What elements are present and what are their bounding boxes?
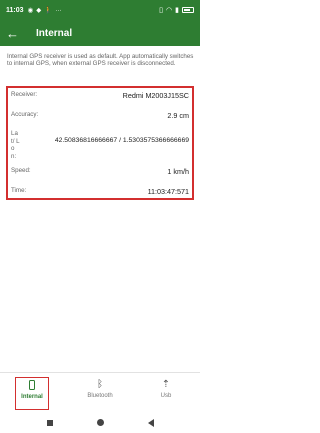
water-drop-icon: ◆ [36, 7, 42, 14]
status-bar: 11:03 ◉ ◆ 🚶 ··· ▯ ◠ ▮ [0, 0, 200, 20]
vibrate-icon: ▯ [159, 7, 164, 14]
back-arrow-icon[interactable]: ← [6, 26, 24, 41]
battery-icon [182, 7, 194, 13]
wifi-icon: ◠ [166, 7, 173, 14]
bottom-navigation: Internal ᛒ Bluetooth ⇡ Usb [0, 372, 200, 412]
more-icon: ··· [55, 6, 62, 14]
time-label: Time: [11, 187, 27, 194]
page-title: Internal [36, 27, 73, 39]
walk-icon: 🚶 [44, 7, 53, 14]
receiver-label: Receiver: [11, 91, 38, 98]
receiver-value: Redmi M2003J15SC [122, 91, 189, 100]
time-value: 11:03:47:571 [147, 187, 189, 196]
nav-internal-label: Internal [21, 394, 43, 400]
gps-details-card: Receiver: Redmi M2003J15SC Accuracy: 2.9… [6, 86, 194, 200]
status-time: 11:03 [6, 6, 24, 14]
nav-usb[interactable]: ⇡ Usb [146, 379, 186, 399]
latlon-value: 42.50836816666667 / 1.5303575366666669 [54, 137, 189, 144]
accuracy-value: 2.9 cm [167, 111, 189, 120]
home-icon[interactable] [96, 419, 104, 426]
back-icon[interactable] [147, 418, 154, 427]
accuracy-label: Accuracy: [11, 111, 39, 118]
app-bar: ← Internal [0, 20, 200, 46]
bluetooth-icon: ᛒ [97, 379, 103, 390]
speed-value: 1 km/h [167, 167, 189, 176]
shield-icon: ◉ [27, 7, 34, 14]
signal-icon: ▮ [175, 7, 179, 14]
speed-label: Speed: [11, 167, 31, 174]
phone-icon [16, 380, 48, 392]
usb-icon: ⇡ [161, 379, 171, 390]
nav-bluetooth[interactable]: ᛒ Bluetooth [80, 379, 120, 399]
info-text: Internal GPS receiver is used as default… [7, 53, 194, 68]
recents-icon[interactable] [46, 419, 53, 426]
nav-internal[interactable]: Internal [15, 377, 49, 410]
system-navigation-bar [0, 412, 200, 433]
latlon-label: La t/ Lo n: [11, 130, 20, 160]
nav-bluetooth-label: Bluetooth [87, 393, 113, 399]
nav-usb-label: Usb [160, 393, 172, 399]
latlon-row: La t/ Lo n: 42.50836816666667 / 1.530357… [11, 130, 189, 160]
